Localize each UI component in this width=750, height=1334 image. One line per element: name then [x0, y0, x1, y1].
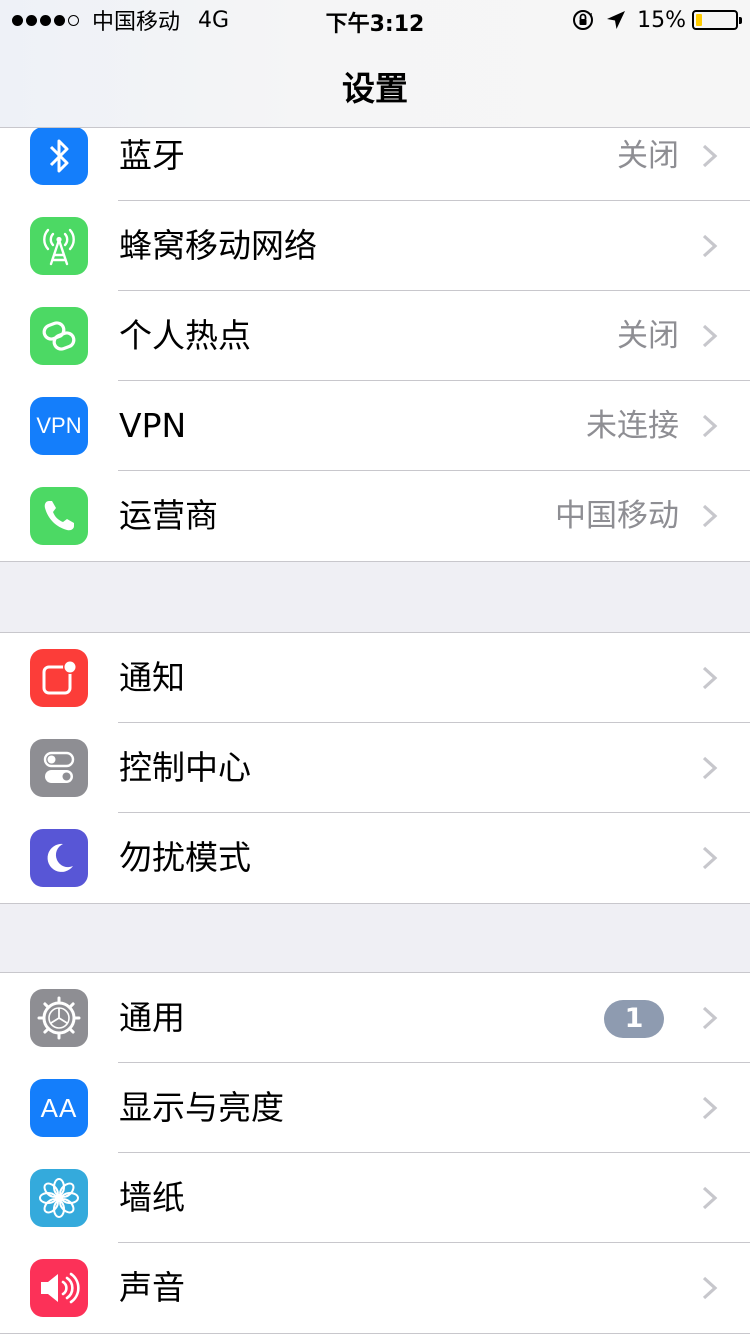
chevron-right-icon	[702, 144, 718, 168]
chevron-right-icon	[702, 1276, 718, 1300]
settings-group-notifications: 通知 控制中心 勿扰模式	[0, 632, 750, 904]
settings-row-label: 通用	[119, 998, 185, 1037]
settings-row-label: 显示与亮度	[119, 1088, 284, 1127]
chevron-right-icon	[702, 846, 718, 870]
settings-row-hotspot[interactable]: 个人热点 关闭	[0, 291, 750, 381]
settings-row-carrier[interactable]: 运营商 中国移动	[0, 471, 750, 561]
settings-row-label: 蜂窝移动网络	[119, 226, 317, 265]
vpn-icon-text: VPN	[36, 413, 82, 438]
settings-row-label: 勿扰模式	[119, 838, 251, 877]
control-center-toggles-icon	[30, 739, 88, 797]
settings-row-display-brightness[interactable]: AA 显示与亮度	[0, 1063, 750, 1153]
chevron-right-icon	[702, 1096, 718, 1120]
update-badge: 1	[604, 1000, 664, 1038]
speaker-icon	[30, 1259, 88, 1317]
settings-row-general[interactable]: 通用 1	[0, 973, 750, 1063]
chevron-right-icon	[702, 504, 718, 528]
settings-row-label: 运营商	[119, 496, 218, 535]
page-title: 设置	[342, 69, 408, 108]
moon-icon	[30, 829, 88, 887]
settings-row-sounds[interactable]: 声音	[0, 1243, 750, 1333]
phone-icon	[30, 487, 88, 545]
settings-row-label: 个人热点	[119, 316, 251, 355]
text-size-aa-icon: AA	[30, 1079, 88, 1137]
settings-row-label: 控制中心	[119, 748, 251, 787]
settings-row-label: 墙纸	[119, 1178, 185, 1217]
settings-row-wallpaper[interactable]: 墙纸	[0, 1153, 750, 1243]
bluetooth-icon	[30, 127, 88, 185]
chevron-right-icon	[702, 324, 718, 348]
settings-row-do-not-disturb[interactable]: 勿扰模式	[0, 813, 750, 903]
settings-row-cellular[interactable]: 蜂窝移动网络	[0, 201, 750, 291]
settings-row-label: 声音	[119, 1268, 185, 1307]
settings-row-label: VPN	[119, 406, 187, 445]
chevron-right-icon	[702, 1006, 718, 1030]
settings-row-vpn[interactable]: VPN VPN 未连接	[0, 381, 750, 471]
settings-row-value: 关闭	[617, 318, 679, 354]
status-bar: 中国移动 4G 下午3:12 15%	[0, 0, 750, 40]
chevron-right-icon	[702, 234, 718, 258]
vpn-icon: VPN	[30, 397, 88, 455]
text-size-aa-icon-text: AA	[40, 1092, 78, 1123]
gear-icon	[30, 989, 88, 1047]
settings-row-value: 未连接	[586, 408, 679, 444]
wallpaper-flower-icon	[30, 1169, 88, 1227]
chevron-right-icon	[702, 756, 718, 780]
notifications-icon	[30, 649, 88, 707]
settings-row-value: 中国移动	[555, 498, 679, 534]
chevron-right-icon	[702, 1186, 718, 1210]
chevron-right-icon	[702, 414, 718, 438]
settings-row-label: 通知	[119, 658, 185, 697]
orientation-lock-icon	[571, 8, 595, 32]
location-arrow-icon	[605, 9, 627, 31]
settings-group-connectivity: 蓝牙 关闭 蜂窝移动网络 个人热点 关闭 VPN VPN 未连接 运营商 中国移…	[0, 110, 750, 562]
settings-group-general: 通用 1 AA 显示与亮度 墙纸 声音	[0, 972, 750, 1334]
settings-row-control-center[interactable]: 控制中心	[0, 723, 750, 813]
settings-row-notifications[interactable]: 通知	[0, 633, 750, 723]
status-right: 15%	[571, 6, 742, 34]
chevron-right-icon	[702, 666, 718, 690]
cellular-antenna-icon	[30, 217, 88, 275]
battery-icon	[692, 10, 742, 30]
top-bar: 中国移动 4G 下午3:12 15% 设置	[0, 0, 750, 128]
battery-percent: 15%	[637, 7, 686, 33]
hotspot-chain-icon	[30, 307, 88, 365]
